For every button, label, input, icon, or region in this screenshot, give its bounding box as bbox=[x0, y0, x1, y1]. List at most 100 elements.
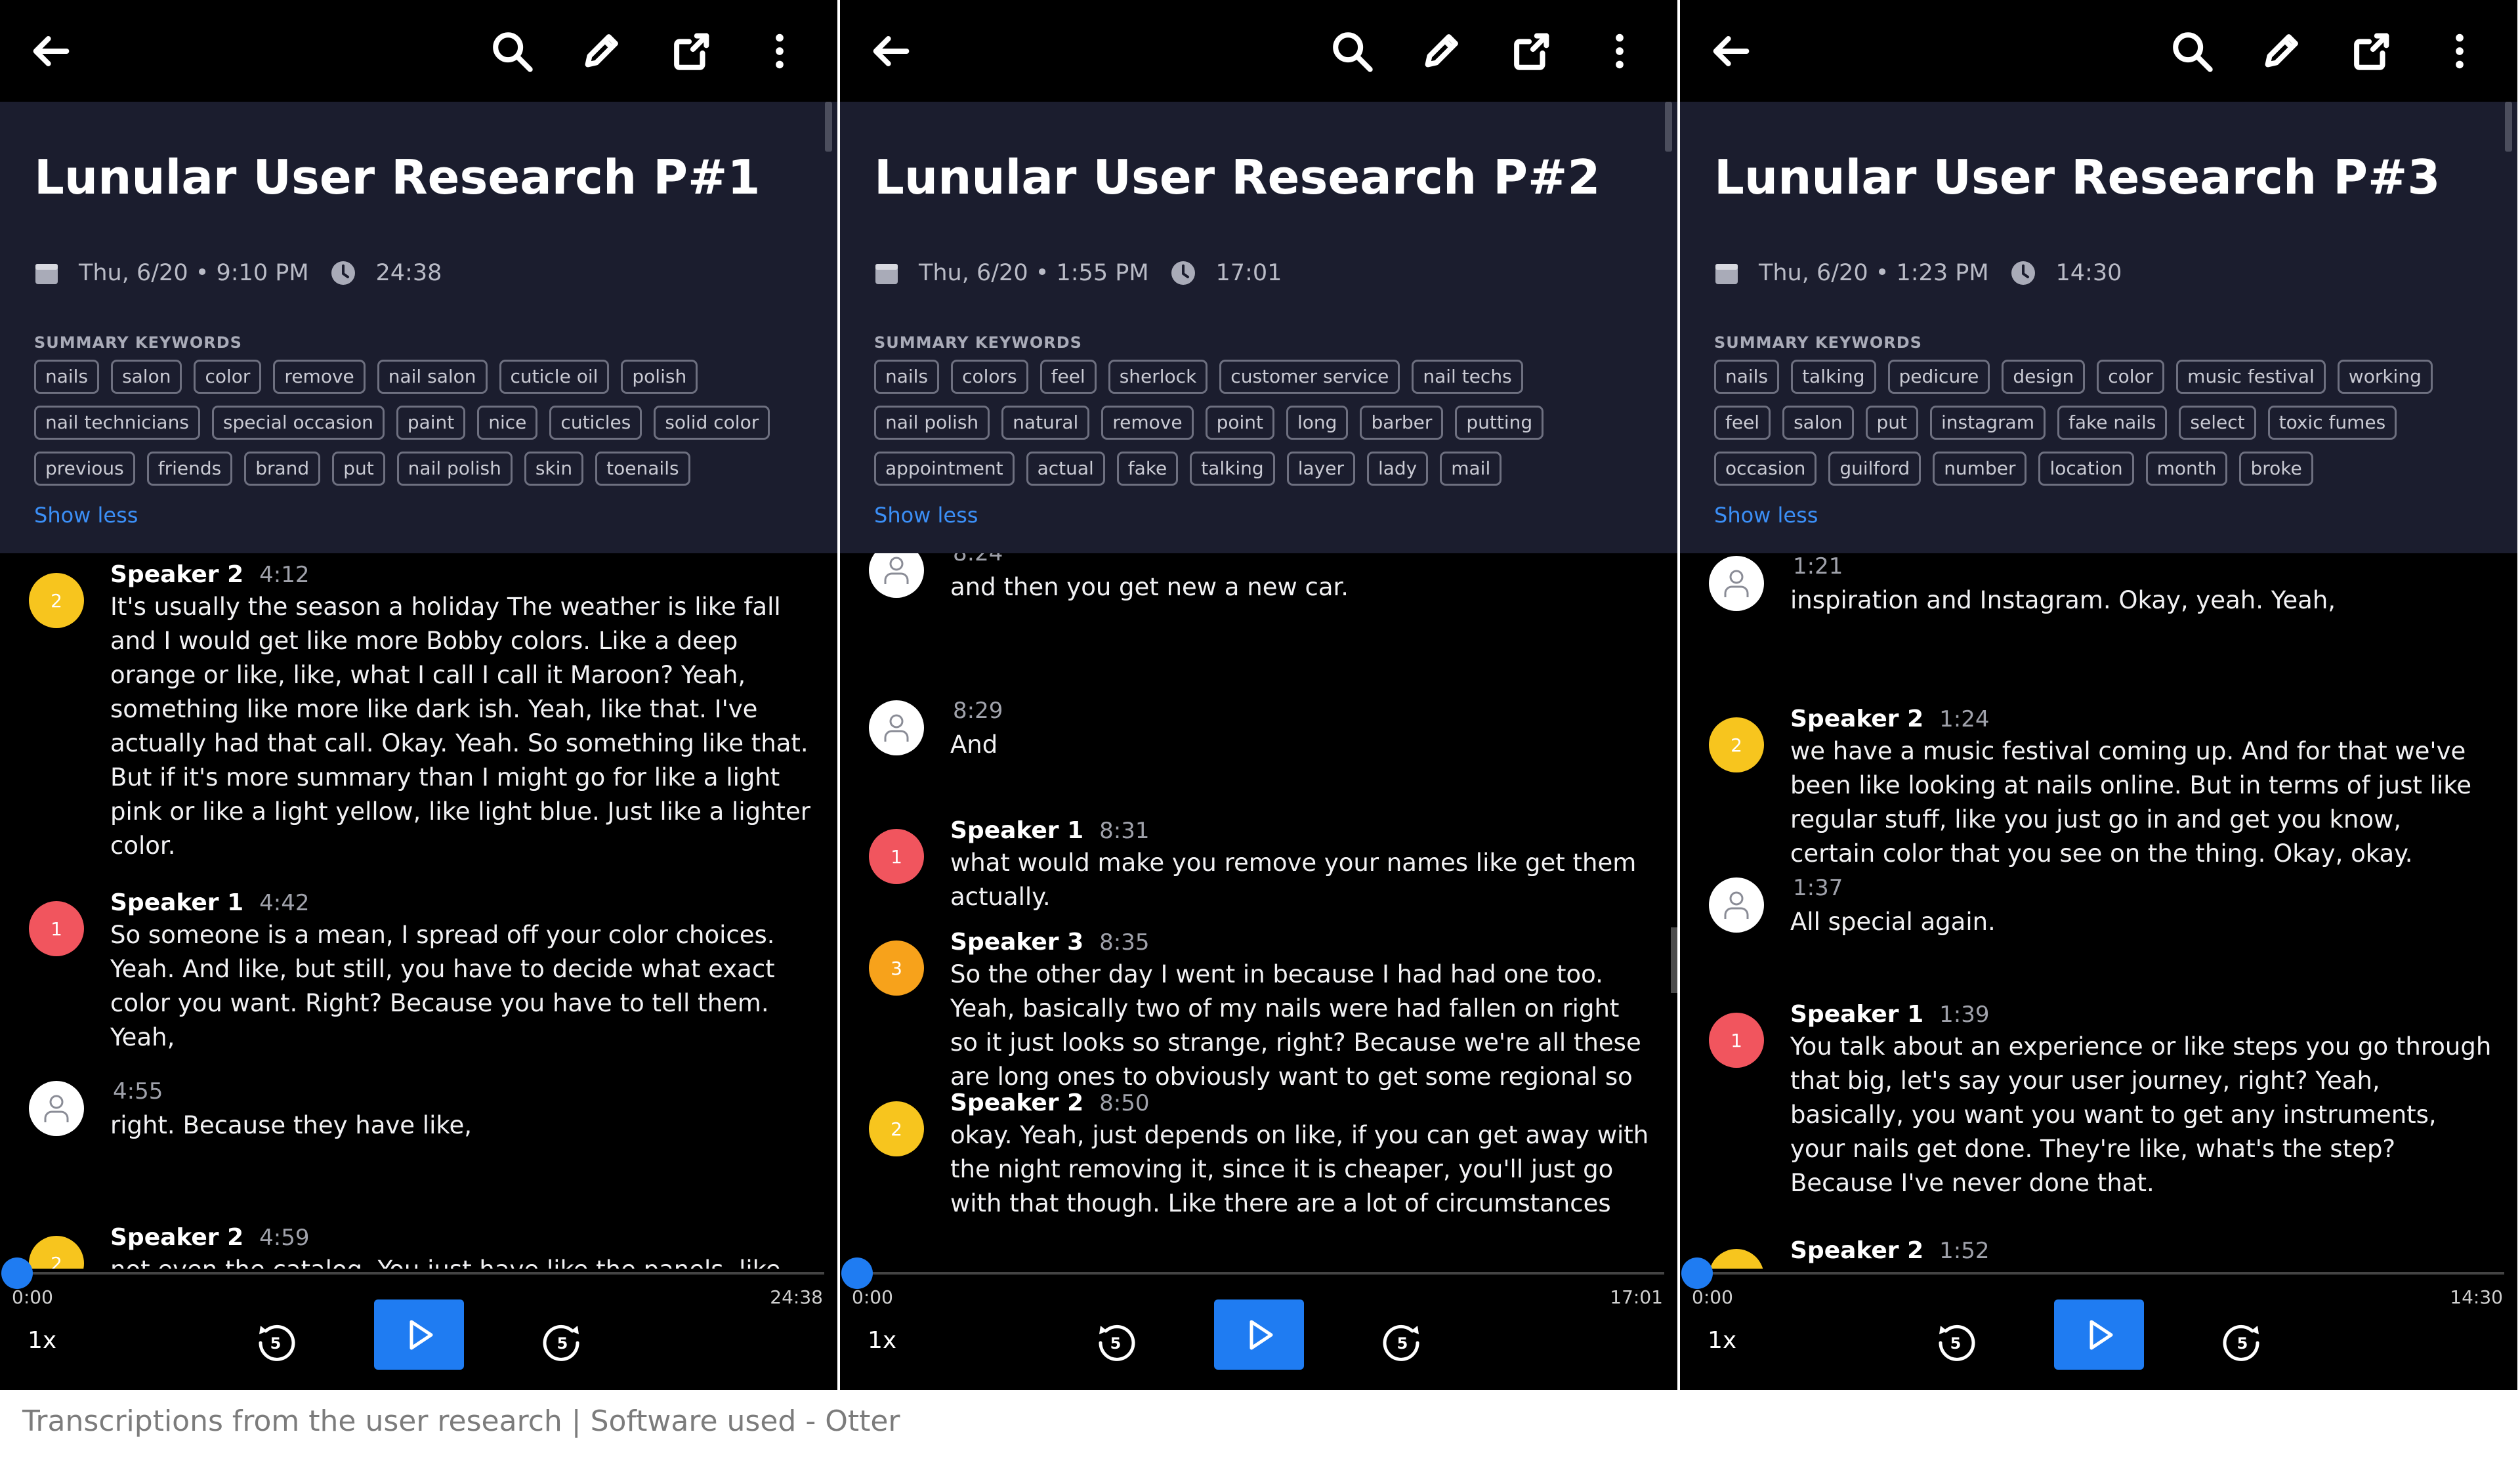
keyword-chip[interactable]: solid color bbox=[654, 406, 770, 440]
keyword-chip[interactable]: point bbox=[1205, 406, 1274, 440]
keyword-chip[interactable]: broke bbox=[2239, 452, 2313, 486]
speaker-avatar[interactable]: 1 bbox=[29, 901, 84, 956]
keyword-chip[interactable]: color bbox=[2097, 360, 2165, 394]
speaker-avatar[interactable] bbox=[869, 553, 924, 598]
keyword-chip[interactable]: working bbox=[2337, 360, 2433, 394]
keyword-chip[interactable]: putting bbox=[1455, 406, 1544, 440]
speaker-avatar[interactable]: 2 bbox=[869, 1101, 924, 1156]
keyword-chip[interactable]: toenails bbox=[595, 452, 690, 486]
playback-speed-button[interactable]: 1x bbox=[868, 1327, 896, 1354]
back-button[interactable] bbox=[866, 26, 916, 76]
keyword-chip[interactable]: design bbox=[2002, 360, 2086, 394]
search-button[interactable] bbox=[487, 26, 537, 76]
playback-speed-button[interactable]: 1x bbox=[28, 1327, 56, 1354]
keyword-chip[interactable]: special occasion bbox=[211, 406, 385, 440]
skip-back-button[interactable]: 5 bbox=[1093, 1319, 1139, 1365]
scrollbar-thumb[interactable] bbox=[2505, 102, 2512, 152]
scrollbar-thumb[interactable] bbox=[825, 102, 832, 152]
keyword-chip[interactable]: previous bbox=[34, 452, 135, 486]
keyword-chip[interactable]: nail techs bbox=[1412, 360, 1523, 394]
keyword-chip[interactable]: brand bbox=[244, 452, 321, 486]
keyword-chip[interactable]: month bbox=[2145, 452, 2228, 486]
share-button[interactable] bbox=[2346, 26, 2396, 76]
show-less-link[interactable]: Show less bbox=[34, 503, 138, 528]
speaker-name[interactable]: Speaker 3 8:35 bbox=[950, 929, 1150, 956]
speaker-name[interactable]: Speaker 1 8:31 bbox=[950, 817, 1150, 844]
keyword-chip[interactable]: instagram bbox=[1930, 406, 2046, 440]
keyword-chip[interactable]: natural bbox=[1001, 406, 1090, 440]
edit-button[interactable] bbox=[1416, 26, 1466, 76]
speaker-avatar[interactable] bbox=[869, 700, 924, 755]
keyword-chip[interactable]: nail technicians bbox=[34, 406, 200, 440]
speaker-avatar[interactable]: 1 bbox=[1709, 1013, 1764, 1068]
transcript-list[interactable]: 1:21 inspiration and Instagram. Okay, yea… bbox=[1680, 553, 2517, 1269]
transcript-text[interactable]: You talk about an experience or like ste… bbox=[1790, 1030, 2492, 1200]
keyword-chip[interactable]: number bbox=[1933, 452, 2027, 486]
entry-timestamp[interactable]: 1:37 bbox=[1793, 875, 1843, 901]
speaker-name[interactable]: Speaker 2 1:24 bbox=[1790, 706, 1990, 732]
skip-back-button[interactable]: 5 bbox=[1933, 1319, 1979, 1365]
entry-timestamp[interactable]: 1:24 bbox=[1939, 706, 1989, 732]
keyword-chip[interactable]: mail bbox=[1440, 452, 1502, 486]
back-button[interactable] bbox=[1706, 26, 1756, 76]
transcript-text[interactable]: And bbox=[950, 728, 1652, 762]
keyword-chip[interactable]: color bbox=[194, 360, 262, 394]
progress-track[interactable] bbox=[1697, 1272, 2504, 1275]
keyword-chip[interactable]: occasion bbox=[1714, 452, 1817, 486]
transcript-list[interactable]: 8:24 and then you get new a new car. 8:29 A… bbox=[840, 553, 1677, 1269]
keyword-chip[interactable]: fake bbox=[1116, 452, 1179, 486]
share-button[interactable] bbox=[666, 26, 716, 76]
transcript-text[interactable]: So someone is a mean, I spread off your … bbox=[110, 918, 812, 1055]
keyword-chip[interactable]: nail salon bbox=[377, 360, 488, 394]
entry-timestamp[interactable]: 8:31 bbox=[1099, 818, 1149, 844]
keyword-chip[interactable]: select bbox=[2179, 406, 2256, 440]
transcript-text[interactable]: we have a music festival coming up. And … bbox=[1790, 734, 2492, 871]
entry-timestamp[interactable]: 4:12 bbox=[259, 562, 309, 588]
speaker-avatar[interactable] bbox=[1709, 877, 1764, 933]
speaker-name[interactable]: Speaker 2 4:59 bbox=[110, 1224, 310, 1251]
keyword-chip[interactable]: fake nails bbox=[2057, 406, 2168, 440]
keyword-chip[interactable]: remove bbox=[273, 360, 366, 394]
keyword-chip[interactable]: actual bbox=[1026, 452, 1105, 486]
edit-button[interactable] bbox=[576, 26, 626, 76]
skip-forward-button[interactable]: 5 bbox=[539, 1319, 585, 1365]
keyword-chip[interactable]: guilford bbox=[1828, 452, 1922, 486]
keyword-chip[interactable]: nail polish bbox=[874, 406, 990, 440]
keyword-chip[interactable]: lady bbox=[1366, 452, 1429, 486]
keyword-chip[interactable]: toxic fumes bbox=[2267, 406, 2397, 440]
progress-track[interactable] bbox=[857, 1272, 1664, 1275]
keyword-chip[interactable]: colors bbox=[951, 360, 1028, 394]
progress-knob[interactable] bbox=[1681, 1257, 1713, 1289]
keyword-chip[interactable]: long bbox=[1286, 406, 1349, 440]
transcript-text[interactable]: inspiration and Instagram. Okay, yeah. Y… bbox=[1790, 583, 2492, 618]
back-button[interactable] bbox=[26, 26, 76, 76]
more-button[interactable] bbox=[755, 26, 805, 76]
keyword-chip[interactable]: skin bbox=[524, 452, 584, 486]
share-button[interactable] bbox=[1506, 26, 1556, 76]
transcript-text[interactable]: not even the catalog. You just have like… bbox=[110, 1253, 812, 1269]
keyword-chip[interactable]: barber bbox=[1360, 406, 1444, 440]
more-button[interactable] bbox=[1595, 26, 1645, 76]
progress-track[interactable] bbox=[17, 1272, 824, 1275]
entry-timestamp[interactable]: 1:21 bbox=[1793, 553, 1843, 580]
speaker-avatar[interactable]: 2 bbox=[29, 573, 84, 628]
play-button[interactable] bbox=[2054, 1299, 2144, 1370]
transcript-text[interactable]: what would make you remove your names li… bbox=[950, 846, 1652, 914]
speaker-avatar[interactable]: 3 bbox=[869, 940, 924, 996]
keyword-chip[interactable]: polish bbox=[621, 360, 698, 394]
keyword-chip[interactable]: salon bbox=[111, 360, 182, 394]
keyword-chip[interactable]: friends bbox=[146, 452, 233, 486]
transcript-text[interactable]: right. Because they have like, bbox=[110, 1109, 812, 1143]
keyword-chip[interactable]: nails bbox=[1714, 360, 1780, 394]
entry-timestamp[interactable]: 8:29 bbox=[953, 698, 1003, 724]
play-button[interactable] bbox=[374, 1299, 464, 1370]
speaker-avatar[interactable]: 2 bbox=[1709, 717, 1764, 772]
keyword-chip[interactable]: cuticle oil bbox=[499, 360, 610, 394]
show-less-link[interactable]: Show less bbox=[1714, 503, 1818, 528]
progress-knob[interactable] bbox=[1, 1257, 33, 1289]
search-button[interactable] bbox=[1327, 26, 1377, 76]
entry-timestamp[interactable]: 4:55 bbox=[113, 1078, 163, 1105]
keyword-chip[interactable]: talking bbox=[1791, 360, 1876, 394]
transcript-list[interactable]: 2 Speaker 2 4:12 It's usually the season a … bbox=[0, 553, 837, 1269]
keyword-chip[interactable]: remove bbox=[1101, 406, 1194, 440]
